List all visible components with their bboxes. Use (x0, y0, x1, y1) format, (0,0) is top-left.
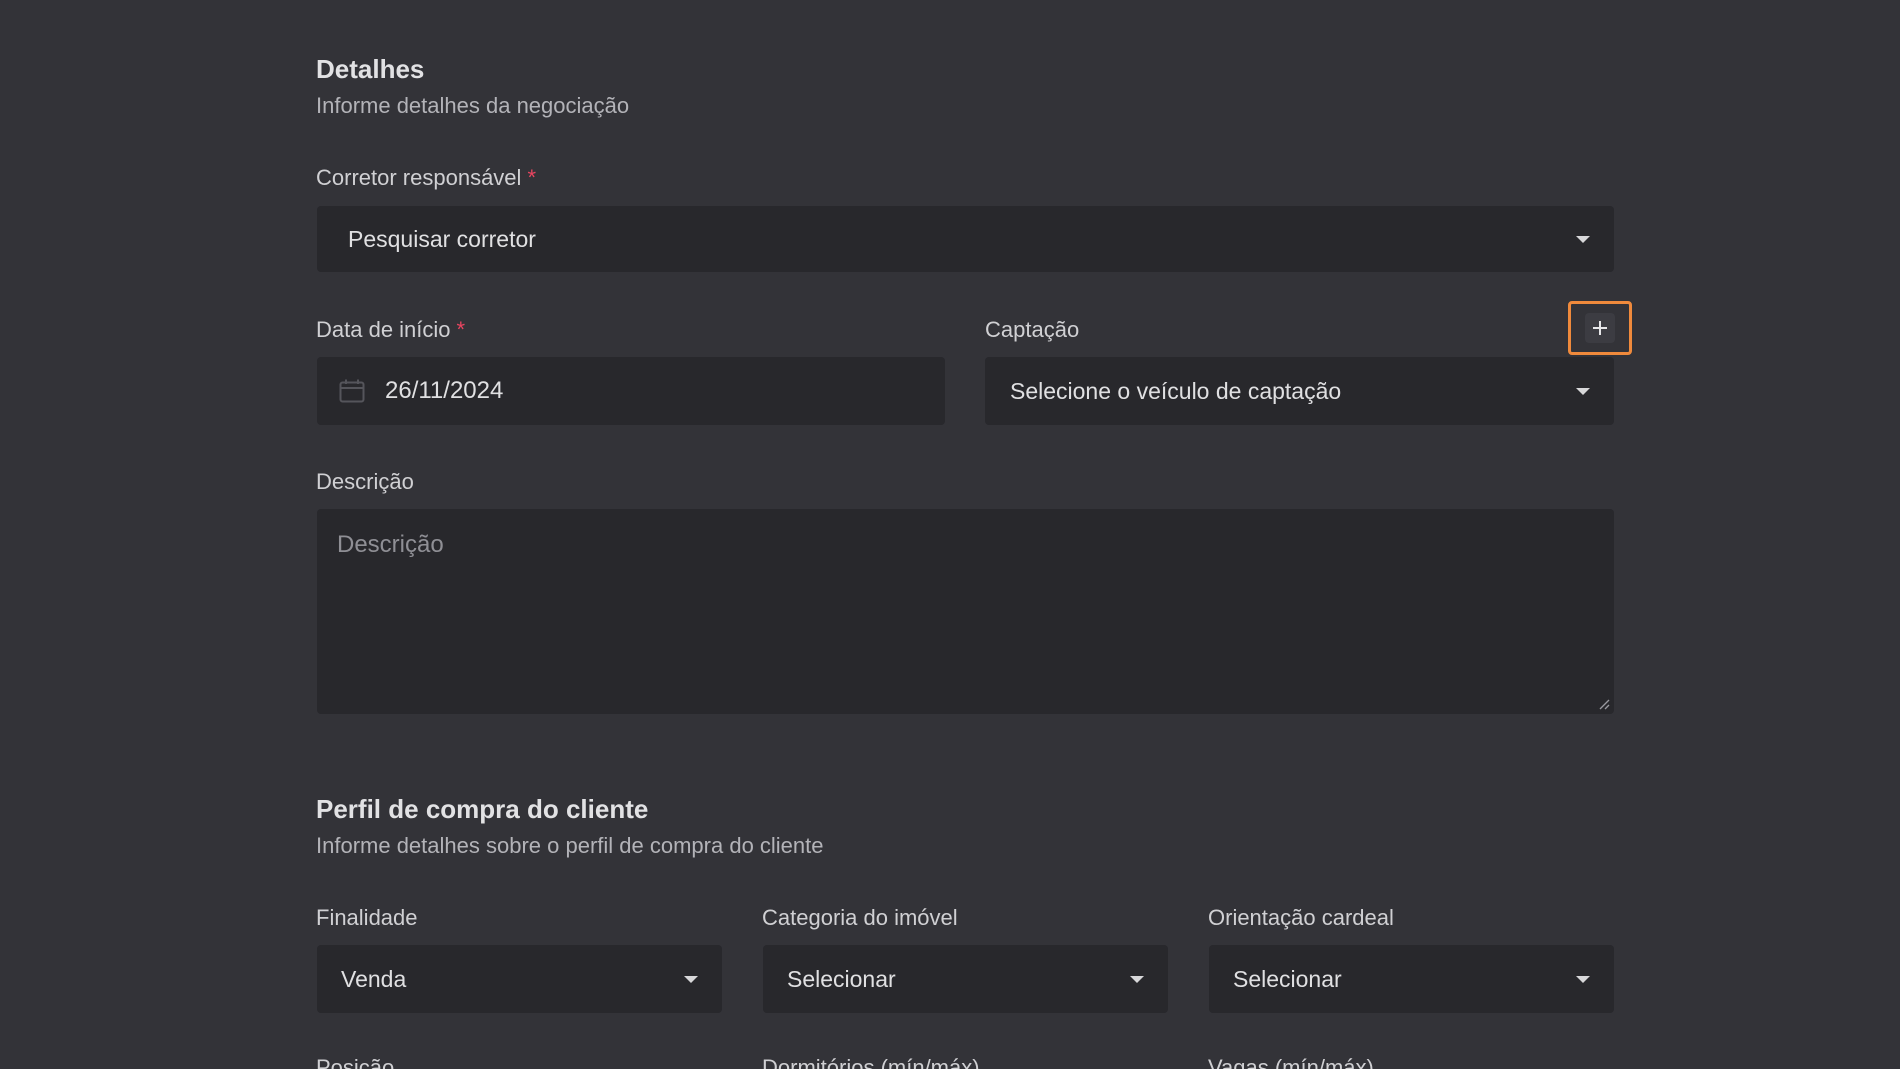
page: Detalhes Informe detalhes da negociação … (0, 0, 1900, 1069)
bedrooms-label: Dormitórios (mín/máx) (762, 1055, 980, 1069)
chevron-down-icon (1576, 235, 1590, 243)
orientation-select[interactable]: Selecionar (1209, 945, 1614, 1013)
start-date-label: Data de início * (316, 317, 465, 343)
broker-label-text: Corretor responsável (316, 165, 522, 190)
chevron-down-icon (1130, 975, 1144, 983)
add-capture-button[interactable] (1568, 301, 1632, 355)
category-select[interactable]: Selecionar (763, 945, 1168, 1013)
broker-select-placeholder: Pesquisar corretor (348, 225, 536, 252)
capture-select[interactable]: Selecione o veículo de captação (985, 357, 1614, 425)
start-date-field[interactable]: 26/11/2024 (317, 357, 945, 425)
broker-select[interactable]: Pesquisar corretor (317, 206, 1614, 272)
position-label: Posição (316, 1055, 395, 1069)
purpose-label: Finalidade (316, 905, 418, 930)
required-mark: * (456, 317, 466, 342)
calendar-icon (339, 379, 365, 403)
orientation-select-value: Selecionar (1233, 965, 1342, 992)
description-label: Descrição (316, 469, 414, 494)
purpose-select[interactable]: Venda (317, 945, 722, 1013)
broker-label: Corretor responsável * (316, 165, 536, 191)
start-date-label-text: Data de início (316, 317, 451, 342)
details-title: Detalhes (316, 54, 425, 84)
category-label: Categoria do imóvel (762, 905, 958, 930)
details-subtitle: Informe detalhes da negociação (316, 93, 630, 118)
chevron-down-icon (1576, 975, 1590, 983)
description-textarea[interactable]: Descrição (317, 509, 1614, 714)
chevron-down-icon (1576, 387, 1590, 395)
capture-label: Captação (985, 317, 1080, 342)
profile-title: Perfil de compra do cliente (316, 794, 649, 824)
add-capture-button-inner (1585, 313, 1615, 343)
required-mark: * (527, 165, 536, 190)
start-date-value: 26/11/2024 (385, 377, 504, 404)
purpose-select-value: Venda (341, 965, 407, 992)
plus-icon (1593, 321, 1607, 335)
category-select-value: Selecionar (787, 965, 896, 992)
profile-subtitle: Informe detalhes sobre o perfil de compr… (316, 833, 824, 858)
chevron-down-icon (684, 975, 698, 983)
orientation-label: Orientação cardeal (1208, 905, 1394, 930)
resize-handle-icon[interactable] (1598, 698, 1610, 710)
description-placeholder: Descrição (337, 531, 444, 558)
parking-label: Vagas (mín/máx) (1208, 1055, 1374, 1069)
capture-select-placeholder: Selecione o veículo de captação (1010, 377, 1342, 404)
